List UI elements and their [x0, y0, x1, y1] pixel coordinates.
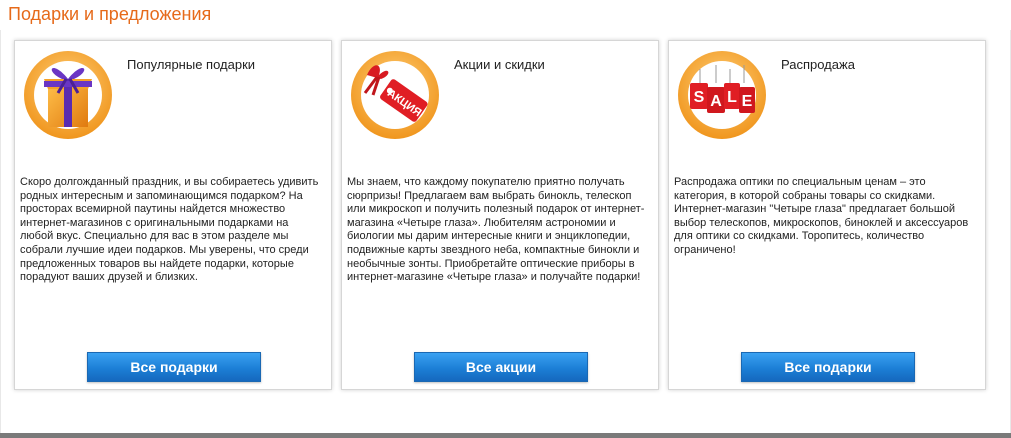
- card-title[interactable]: Акции и скидки: [454, 57, 545, 72]
- gift-box-icon[interactable]: [22, 49, 114, 141]
- all-promotions-button[interactable]: Все акции: [414, 352, 588, 382]
- card-popular-gifts: Популярные подарки Скоро долгожданный пр…: [14, 40, 332, 390]
- card-description: Распродажа оптики по специальным ценам –…: [674, 176, 969, 256]
- card-title[interactable]: Популярные подарки: [127, 57, 255, 72]
- sale-letter: S: [694, 89, 705, 106]
- card-description: Скоро долгожданный праздник, и вы собира…: [20, 176, 319, 284]
- card-sale: S A L E Распродажа Распродажа оптики по …: [668, 40, 986, 390]
- all-sale-button[interactable]: Все подарки: [741, 352, 915, 382]
- all-gifts-button[interactable]: Все подарки: [87, 352, 261, 382]
- sale-letter: A: [710, 93, 722, 110]
- promo-tag-icon[interactable]: АКЦИЯ: [349, 49, 441, 141]
- card-promotions: АКЦИЯ Акции и скидки Мы знаем, что каждо…: [341, 40, 659, 390]
- section-title: Подарки и предложения: [8, 4, 212, 24]
- sale-letter: E: [742, 93, 753, 110]
- card-title[interactable]: Распродажа: [781, 57, 855, 72]
- sale-tags-icon[interactable]: S A L E: [676, 49, 768, 141]
- bottom-divider: [0, 433, 1011, 438]
- card-description: Мы знаем, что каждому покупателю приятно…: [347, 176, 645, 284]
- sale-letter: L: [727, 89, 737, 106]
